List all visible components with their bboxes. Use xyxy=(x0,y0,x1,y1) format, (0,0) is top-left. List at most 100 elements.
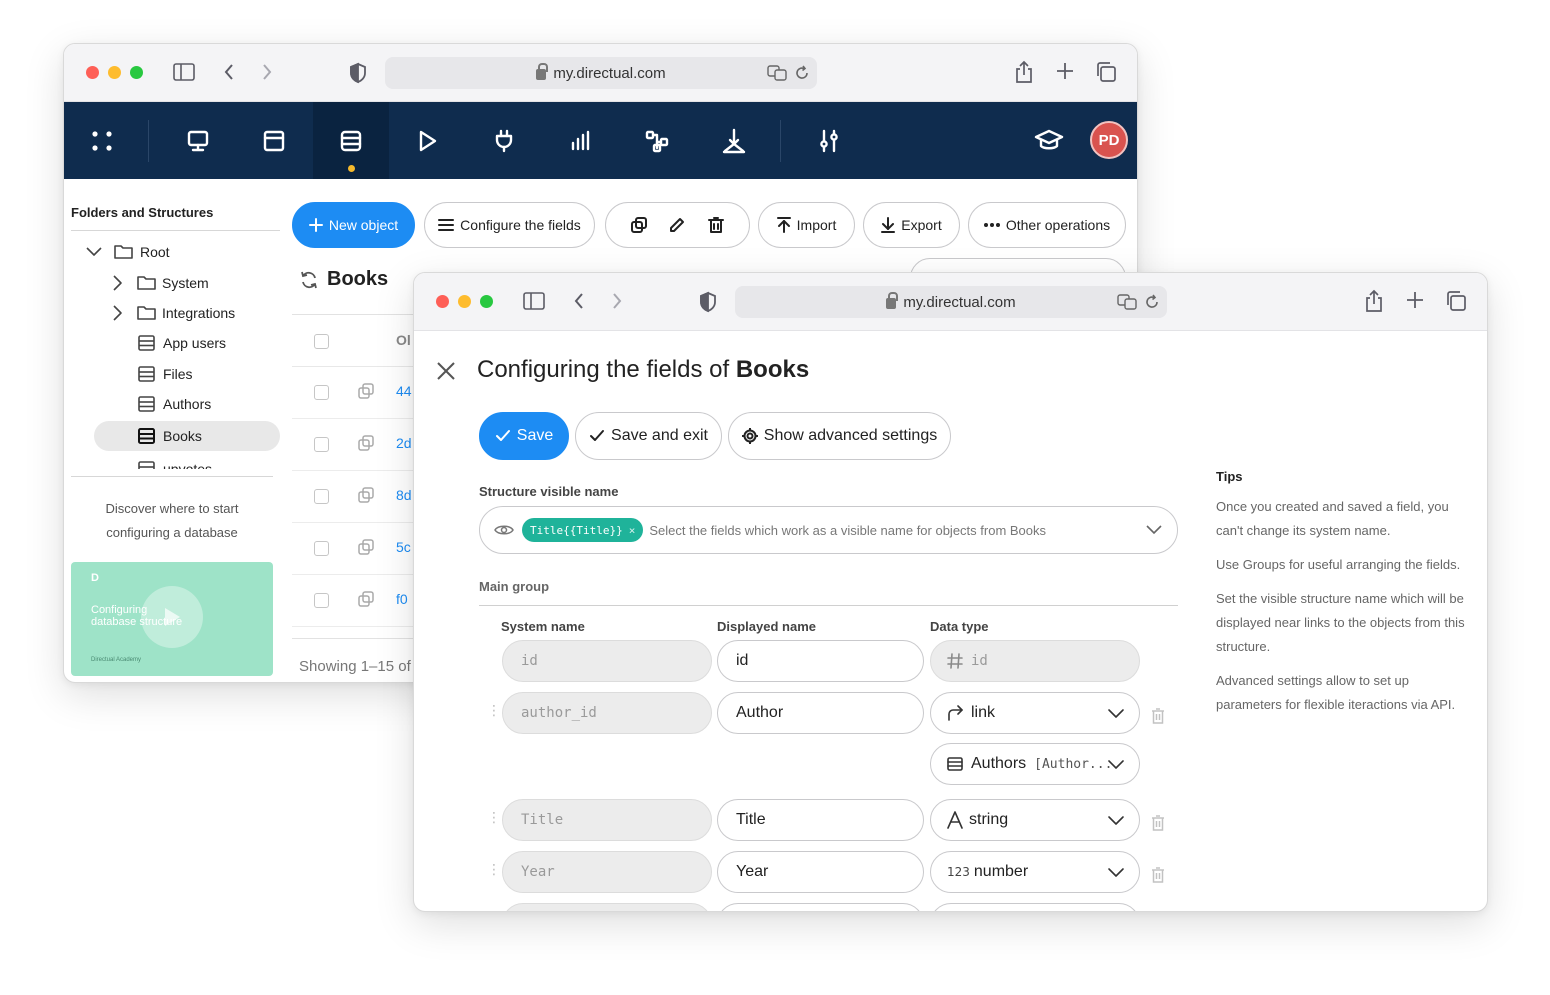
maximize-window-button[interactable] xyxy=(480,295,493,308)
tabs-overview-icon[interactable] xyxy=(1095,61,1117,83)
close-dialog-icon[interactable] xyxy=(436,361,456,386)
select-all-checkbox[interactable] xyxy=(314,334,329,349)
save-and-exit-button[interactable]: Save and exit xyxy=(575,412,722,460)
table-row[interactable]: 2d xyxy=(292,419,422,471)
visible-name-tag[interactable]: Title{{Title}} × xyxy=(522,518,644,542)
object-id-link[interactable]: 8d xyxy=(396,487,412,503)
drag-handle-icon[interactable]: ⋮ xyxy=(487,810,501,824)
video-thumbnail[interactable]: D Configuring database structure Directu… xyxy=(71,562,273,676)
forward-icon[interactable] xyxy=(260,62,274,82)
displayed-name-input[interactable]: id xyxy=(717,640,924,682)
row-checkbox[interactable] xyxy=(314,593,329,608)
delete-field-icon[interactable] xyxy=(1151,708,1165,729)
tree-item-integrations[interactable]: Integrations xyxy=(111,299,235,327)
monitor-icon[interactable] xyxy=(168,102,228,179)
displayed-name-input[interactable]: Author xyxy=(717,692,924,734)
copy-icon[interactable] xyxy=(631,217,648,233)
play-icon[interactable] xyxy=(397,102,457,179)
maximize-window-button[interactable] xyxy=(130,66,143,79)
back-icon[interactable] xyxy=(572,291,586,311)
tree-item-files[interactable]: Files xyxy=(138,360,193,388)
layout-icon[interactable] xyxy=(244,102,304,179)
new-tab-icon[interactable] xyxy=(1056,62,1074,80)
address-bar[interactable]: my.directual.com xyxy=(385,57,817,89)
new-object-button[interactable]: New object xyxy=(292,202,415,248)
minimize-window-button[interactable] xyxy=(458,295,471,308)
displayed-name-input[interactable]: Year xyxy=(717,851,924,893)
forward-icon[interactable] xyxy=(610,291,624,311)
share-icon[interactable] xyxy=(1014,60,1034,84)
minimize-window-button[interactable] xyxy=(108,66,121,79)
table-row[interactable]: 8d xyxy=(292,471,422,523)
delete-field-icon[interactable] xyxy=(1151,815,1165,836)
data-type-select[interactable]: 123 number xyxy=(930,851,1140,893)
row-checkbox[interactable] xyxy=(314,541,329,556)
translate-icon[interactable] xyxy=(767,65,787,85)
tabs-overview-icon[interactable] xyxy=(1445,290,1467,312)
play-button-icon[interactable] xyxy=(141,586,203,648)
tree-item-authors[interactable]: Authors xyxy=(138,390,211,418)
object-id-link[interactable]: f0 xyxy=(396,591,408,607)
copy-icon[interactable] xyxy=(358,435,374,451)
object-id-link[interactable]: 2d xyxy=(396,435,412,451)
copy-icon[interactable] xyxy=(358,539,374,555)
reload-icon[interactable] xyxy=(1145,294,1159,314)
academy-cap-icon[interactable] xyxy=(1019,102,1079,179)
reload-icon[interactable] xyxy=(795,65,809,85)
tree-item-root[interactable]: Root xyxy=(84,238,170,266)
flow-icon[interactable] xyxy=(627,102,687,179)
chevron-right-icon[interactable] xyxy=(111,304,123,322)
sidebar-toggle-icon[interactable] xyxy=(172,62,196,82)
import-button[interactable]: Import xyxy=(758,202,855,248)
object-id-link[interactable]: 5c xyxy=(396,539,411,555)
configure-fields-button[interactable]: Configure the fields xyxy=(424,202,595,248)
row-checkbox[interactable] xyxy=(314,437,329,452)
tree-item-app-users[interactable]: App users xyxy=(138,329,226,357)
share-icon[interactable] xyxy=(1364,289,1384,313)
object-id-link[interactable]: 44 xyxy=(396,383,412,399)
data-type-select[interactable] xyxy=(930,903,1140,911)
tree-item-system[interactable]: System xyxy=(111,269,209,297)
table-row[interactable]: 5c xyxy=(292,523,422,575)
drag-handle-icon[interactable]: ⋮ xyxy=(487,862,501,876)
chevron-down-icon[interactable] xyxy=(84,245,104,259)
refresh-icon[interactable] xyxy=(299,270,319,290)
shield-icon[interactable] xyxy=(349,62,367,84)
link-structure-select[interactable]: Authors [Author... xyxy=(930,743,1140,785)
shield-icon[interactable] xyxy=(699,291,717,313)
back-icon[interactable] xyxy=(222,62,236,82)
copy-icon[interactable] xyxy=(358,487,374,503)
export-button[interactable]: Export xyxy=(863,202,960,248)
copy-icon[interactable] xyxy=(358,591,374,607)
data-type-select[interactable]: string xyxy=(930,799,1140,841)
apps-icon[interactable] xyxy=(72,102,132,179)
copy-icon[interactable] xyxy=(358,383,374,399)
save-button[interactable]: Save xyxy=(479,412,569,460)
address-bar[interactable]: my.directual.com xyxy=(735,286,1167,318)
database-icon[interactable] xyxy=(313,102,389,179)
chart-icon[interactable] xyxy=(550,102,610,179)
new-tab-icon[interactable] xyxy=(1406,291,1424,309)
displayed-name-input[interactable] xyxy=(717,903,924,911)
merge-icon[interactable] xyxy=(704,102,764,179)
sliders-icon[interactable] xyxy=(799,102,859,179)
delete-field-icon[interactable] xyxy=(1151,867,1165,888)
close-window-button[interactable] xyxy=(86,66,99,79)
data-type-select[interactable]: link xyxy=(930,692,1140,734)
chevron-right-icon[interactable] xyxy=(111,274,123,292)
tree-item-upvotes[interactable]: upvotes xyxy=(138,455,212,469)
table-row[interactable]: 44 xyxy=(292,367,422,419)
other-operations-button[interactable]: Other operations xyxy=(968,202,1126,248)
chevron-down-icon[interactable] xyxy=(1145,524,1163,536)
visible-name-select[interactable]: Title{{Title}} × Select the fields which… xyxy=(479,506,1178,554)
drag-handle-icon[interactable]: ⋮ xyxy=(487,703,501,717)
row-checkbox[interactable] xyxy=(314,385,329,400)
avatar[interactable]: PD xyxy=(1090,121,1128,159)
remove-tag-icon[interactable]: × xyxy=(629,524,636,537)
plug-icon[interactable] xyxy=(474,102,534,179)
table-row[interactable]: f0 xyxy=(292,575,422,627)
trash-icon[interactable] xyxy=(707,217,724,233)
row-checkbox[interactable] xyxy=(314,489,329,504)
edit-pencil-icon[interactable] xyxy=(669,217,685,233)
close-window-button[interactable] xyxy=(436,295,449,308)
